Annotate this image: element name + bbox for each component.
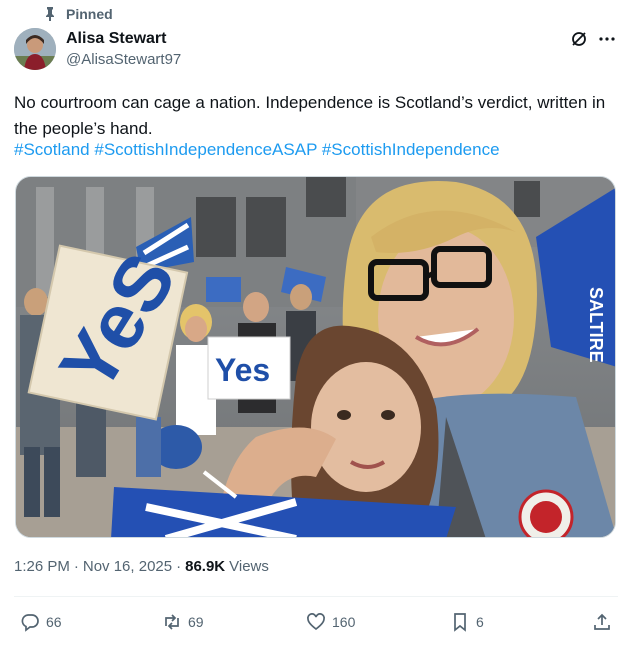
action-bar: 66 69 160 6: [14, 612, 618, 636]
avatar[interactable]: [14, 28, 56, 70]
hashtag-scotland[interactable]: #Scotland: [14, 140, 90, 159]
grok-icon[interactable]: [570, 30, 588, 48]
yes-sign-small-text: Yes: [215, 352, 270, 388]
pin-icon: [46, 7, 54, 21]
reply-count: 66: [46, 614, 62, 630]
like-button[interactable]: 160: [306, 612, 355, 632]
tweet-time[interactable]: 1:26 PM: [14, 558, 70, 575]
repost-icon: [165, 614, 179, 630]
repost-button[interactable]: 69: [162, 612, 204, 632]
meta-separator: ·: [73, 558, 79, 575]
tweet-date[interactable]: Nov 16, 2025: [83, 558, 172, 575]
views-label: Views: [229, 558, 269, 575]
author-handle[interactable]: @AlisaStewart97: [66, 51, 181, 68]
like-icon: [307, 613, 325, 631]
hashtag-scottish-independence-asap[interactable]: #ScottishIndependenceASAP: [94, 140, 317, 159]
reply-icon: [21, 614, 39, 632]
pinned-indicator: Pinned: [42, 6, 113, 22]
bookmark-count: 6: [476, 614, 484, 630]
author-display-name[interactable]: Alisa Stewart: [66, 30, 166, 48]
like-count: 160: [332, 614, 356, 630]
photo-illustration: SALTIRE YeS Yes: [16, 177, 615, 537]
views-count: 86.9K: [185, 558, 226, 575]
hashtag-scottish-independence[interactable]: #ScottishIndependence: [322, 140, 500, 159]
svg-text:SALTIRE: SALTIRE: [586, 287, 606, 363]
more-icon[interactable]: [598, 30, 616, 48]
tweet-hashtags: #Scotland #ScottishIndependenceASAP #Sco…: [14, 138, 614, 162]
tweet-text: No courtroom can cage a nation. Independ…: [14, 93, 606, 138]
tweet-meta: 1:26 PM · Nov 16, 2025 · 86.9K Views: [14, 558, 269, 575]
divider: [14, 596, 618, 597]
pinned-label: Pinned: [66, 6, 113, 22]
tweet-photo[interactable]: SALTIRE YeS Yes: [15, 176, 616, 538]
share-icon: [594, 613, 610, 630]
bookmark-button[interactable]: 6: [450, 612, 484, 632]
repost-count: 69: [188, 614, 204, 630]
share-button[interactable]: [592, 612, 612, 632]
reply-button[interactable]: 66: [20, 612, 62, 632]
avatar-image: [14, 28, 56, 70]
meta-separator-2: ·: [176, 558, 182, 575]
bookmark-icon: [454, 613, 466, 632]
